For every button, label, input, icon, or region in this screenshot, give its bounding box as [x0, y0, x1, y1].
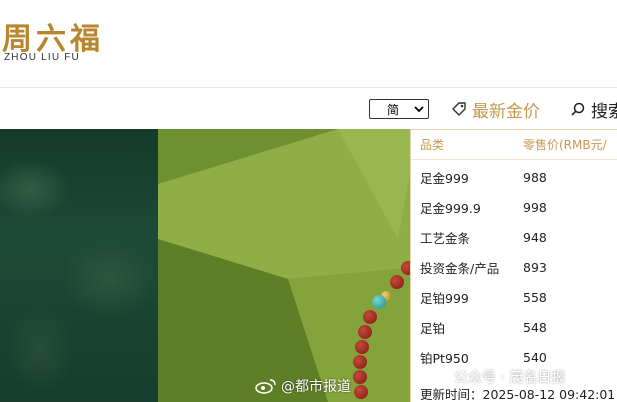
product-price: 548 — [523, 319, 547, 335]
product-name: 足铂 — [420, 320, 446, 336]
language-select[interactable]: 简 — [369, 99, 429, 119]
price-row: 足铂999 558 — [411, 282, 617, 312]
product-price: 893 — [523, 259, 547, 275]
product-name: 投资金条/产品 — [420, 260, 500, 276]
wechat-watermark-text: 公众号 · 茂名日报 — [454, 370, 566, 386]
product-price: 948 — [523, 229, 547, 245]
product-name: 足金999 — [420, 170, 469, 186]
weibo-watermark: @都市报道 — [255, 376, 351, 396]
hero-foliage-image — [0, 129, 158, 402]
site-header: 周六福 ZHOU LIU FU — [0, 0, 617, 88]
product-name: 工艺金条 — [420, 230, 471, 246]
price-row: 工艺金条 948 — [411, 222, 617, 252]
product-name: 足金999.9 — [420, 200, 481, 216]
weibo-watermark-text: @都市报道 — [281, 379, 351, 395]
product-price: 540 — [523, 349, 547, 365]
weibo-icon — [255, 378, 277, 394]
language-select-value: 简 — [386, 102, 399, 117]
latest-gold-price-link[interactable]: 最新金价 — [451, 97, 540, 122]
search-button[interactable]: 搜索 — [571, 97, 617, 122]
price-row: 足金999.9 998 — [411, 192, 617, 222]
price-table-header: 品类 零售价(RMB元/ — [411, 130, 617, 160]
search-label: 搜索 — [591, 101, 617, 122]
wechat-watermark: 公众号 · 茂名日报 — [432, 367, 565, 387]
column-header-price: 零售价(RMB元/ — [523, 138, 607, 152]
product-price: 558 — [523, 289, 547, 305]
wechat-icon — [432, 369, 450, 385]
tag-icon — [451, 101, 467, 117]
gold-price-dropdown: 品类 零售价(RMB元/ 足金999 988 足金999.9 998 工艺金条 … — [410, 129, 617, 402]
product-price: 998 — [523, 199, 547, 215]
product-price: 988 — [523, 169, 547, 185]
column-header-category: 品类 — [420, 138, 445, 152]
product-name: 足铂999 — [420, 290, 469, 306]
chevron-down-icon — [410, 100, 428, 118]
top-toolbar: 简 最新金价 搜索 — [0, 89, 617, 129]
price-row: 投资金条/产品 893 — [411, 252, 617, 282]
search-icon — [571, 102, 585, 116]
latest-gold-price-label: 最新金价 — [472, 101, 540, 122]
product-name: 铂Pt950 — [420, 350, 469, 366]
brand-logo-english: ZHOU LIU FU — [4, 52, 80, 63]
price-row: 足铂 548 — [411, 312, 617, 342]
price-row: 足金999 988 — [411, 162, 617, 192]
